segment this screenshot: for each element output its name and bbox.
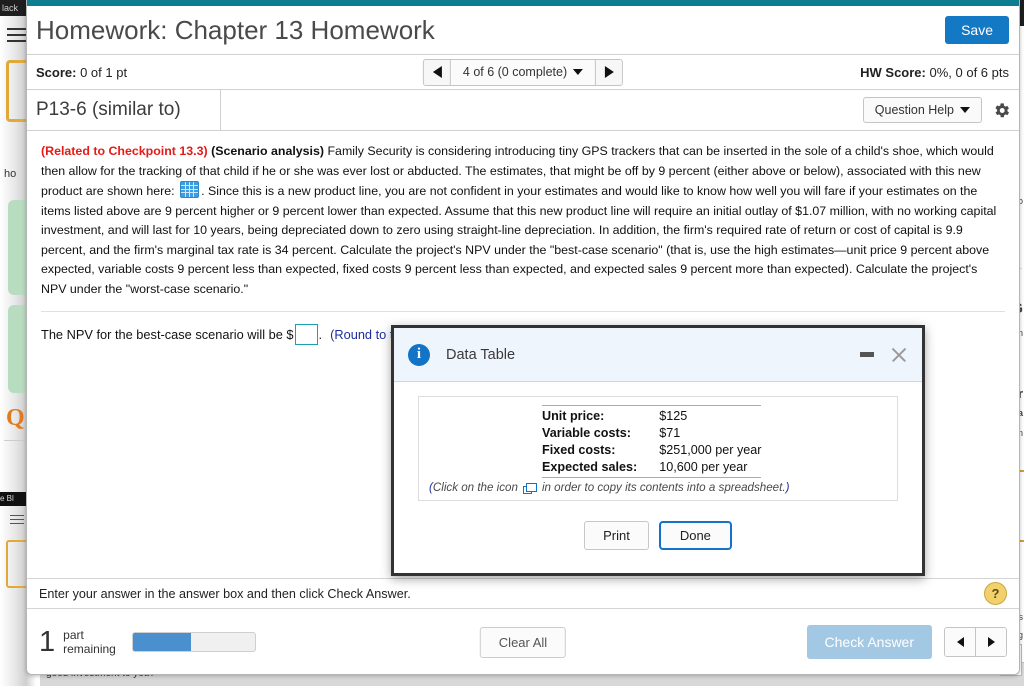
footer-prev-button[interactable]	[945, 628, 975, 656]
background-hamburger-icon	[7, 28, 27, 46]
question-help-label: Question Help	[874, 103, 954, 117]
page-nav-group	[944, 627, 1007, 657]
parts-remaining-count: 1	[39, 625, 56, 658]
problem-id-label: P13-6 (similar to)	[36, 90, 221, 130]
row-value: $251,000 per year	[659, 443, 762, 457]
data-table-dialog: i Data Table Unit price: $125 Variable c…	[391, 325, 925, 576]
parts-label-line-1: part	[63, 628, 84, 642]
chevron-down-icon	[573, 69, 584, 75]
triangle-right-icon	[987, 637, 995, 647]
copy-note-pre-text: Click on the icon	[432, 481, 518, 494]
row-label: Variable costs:	[542, 426, 631, 440]
dialog-footer: Print Done	[418, 521, 898, 550]
data-table-body: Unit price: $125 Variable costs: $71 Fix…	[542, 405, 762, 478]
copy-note-post-text: in order to copy its contents into a spr…	[541, 481, 786, 494]
page-title: Homework: Chapter 13 Homework	[36, 14, 435, 45]
question-navigator: 4 of 6 (0 complete)	[422, 58, 624, 86]
clear-all-button[interactable]: Clear All	[479, 626, 567, 658]
question-help-button[interactable]: Question Help	[862, 97, 982, 123]
triangle-left-icon	[956, 637, 964, 647]
dialog-controls	[860, 346, 908, 364]
hw-score-value: 0%, 0 of 6 pts	[929, 64, 1010, 80]
data-table-grid-icon[interactable]	[180, 181, 200, 198]
dialog-header: i Data Table	[394, 328, 922, 382]
gear-icon[interactable]	[992, 101, 1011, 120]
row-label: Fixed costs:	[542, 443, 616, 457]
row-label: Expected sales:	[542, 458, 660, 478]
progress-bar-fill	[132, 633, 192, 651]
print-button[interactable]: Print	[584, 521, 649, 550]
parts-remaining-indicator: 1 part remaining	[39, 625, 256, 658]
data-table: Unit price: $125 Variable costs: $71 Fix…	[542, 405, 762, 478]
copy-icon[interactable]	[522, 482, 537, 494]
footer-action-row: 1 part remaining Clear All Check Answer	[27, 610, 1019, 674]
header-problem-actions: Question Help	[862, 97, 1011, 123]
help-badge-icon[interactable]: ?	[984, 582, 1007, 605]
table-row: Unit price: $125	[542, 405, 762, 425]
prev-question-button[interactable]	[423, 59, 451, 85]
row-value: $71	[659, 426, 681, 440]
checkpoint-reference: (Related to Checkpoint 13.3)	[41, 144, 208, 158]
next-question-button[interactable]	[595, 59, 623, 85]
score-value: 0 of 1 pt	[80, 64, 128, 80]
row-label: Unit price:	[542, 405, 660, 425]
parts-label-line-2: remaining	[63, 642, 116, 656]
problem-topic: (Scenario analysis)	[211, 144, 325, 158]
background-word-fragment: ho	[4, 168, 17, 180]
row-value: $125	[659, 405, 762, 425]
check-answer-button[interactable]: Check Answer	[806, 625, 932, 659]
answer-suffix: .	[318, 327, 323, 342]
progress-bar	[131, 632, 256, 652]
score-display: Score: 0 of 1 pt	[36, 65, 127, 80]
footer-hint-row: Enter your answer in the answer box and …	[27, 578, 1019, 609]
problem-text-part-2: . Since this is a new product line, you …	[41, 184, 997, 296]
hw-score-display: HW Score: 0%, 0 of 6 pts	[860, 65, 1009, 80]
answer-input[interactable]	[294, 324, 318, 345]
copy-note-close-paren: )	[785, 481, 790, 494]
problem-body: (Related to Checkpoint 13.3) (Scenario a…	[27, 131, 1019, 345]
footer-right-actions: Check Answer	[806, 625, 1007, 659]
done-button[interactable]: Done	[658, 521, 732, 550]
score-label: Score:	[36, 64, 77, 80]
close-icon[interactable]	[890, 346, 908, 364]
minimize-icon[interactable]	[860, 352, 874, 357]
triangle-right-icon	[604, 66, 614, 78]
copy-instruction: ( Click on the icon in order to copy its…	[429, 481, 887, 494]
data-table-container: Unit price: $125 Variable costs: $71 Fix…	[418, 396, 898, 501]
footer-next-button[interactable]	[975, 628, 1006, 656]
header-score-row: Score: 0 of 1 pt 4 of 6 (0 complete) HW …	[27, 55, 1019, 90]
dialog-title: Data Table	[446, 346, 516, 363]
parts-remaining-label: part remaining	[63, 628, 116, 656]
info-icon: i	[408, 343, 430, 366]
triangle-left-icon	[432, 66, 442, 78]
table-row: Expected sales: 10,600 per year	[542, 458, 762, 478]
question-selector-dropdown[interactable]: 4 of 6 (0 complete)	[450, 59, 596, 85]
hw-score-label: HW Score:	[860, 64, 926, 80]
header-problem-row: P13-6 (similar to) Question Help	[27, 90, 1019, 131]
chevron-down-icon	[960, 107, 970, 113]
table-row: Variable costs: $71	[542, 425, 761, 442]
background-q-letter: Q	[6, 405, 25, 431]
header-title-row: Homework: Chapter 13 Homework Save	[27, 6, 1019, 55]
answer-prompt: The NPV for the best-case scenario will …	[41, 327, 294, 342]
footer-hint-text: Enter your answer in the answer box and …	[39, 586, 411, 601]
problem-statement: (Related to Checkpoint 13.3) (Scenario a…	[41, 142, 1005, 299]
table-row: Fixed costs: $251,000 per year	[542, 442, 761, 459]
background-hamburger-icon-2	[10, 515, 24, 527]
question-selector-label: 4 of 6 (0 complete)	[462, 65, 568, 79]
dialog-body: Unit price: $125 Variable costs: $71 Fix…	[394, 382, 922, 550]
row-value: 10,600 per year	[659, 458, 762, 478]
screenshot-root: lack ho Q e Bl good investment to you? o…	[0, 0, 1024, 686]
problem-divider	[41, 311, 1005, 312]
save-button[interactable]: Save	[945, 16, 1009, 44]
